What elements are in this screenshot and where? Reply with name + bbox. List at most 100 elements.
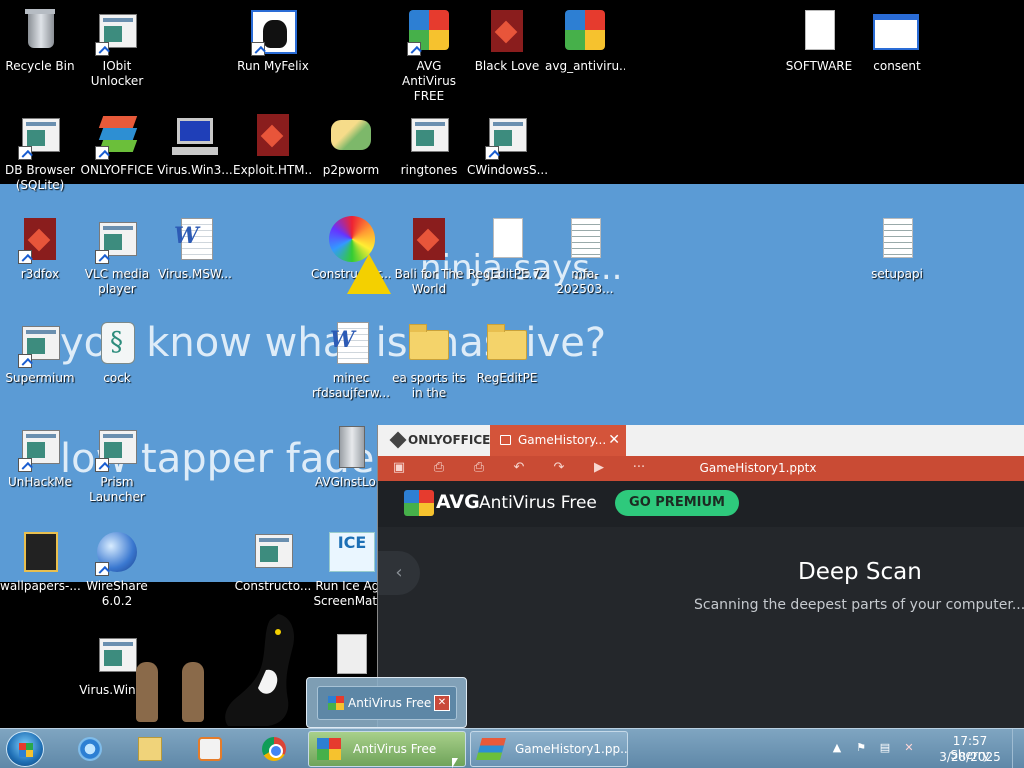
desktop-icon-wireshare[interactable]: WireShare 6.0.2 — [77, 528, 157, 609]
desktop-icon-consent[interactable]: consent — [857, 8, 937, 74]
desktop-icon-minec[interactable]: minec rfdsaujferw... — [311, 320, 391, 401]
text-file-icon — [873, 216, 921, 264]
desktop-icon-onlyoffice[interactable]: ONLYOFFICE — [77, 112, 157, 178]
start-button[interactable] — [6, 731, 44, 767]
redo-icon[interactable]: ↷ — [550, 460, 568, 476]
desktop-icon-label: avg_antiviru... — [545, 59, 625, 73]
app-icon — [93, 216, 141, 264]
save-icon[interactable]: ▣ — [390, 460, 408, 476]
quick-print-icon[interactable]: ⎙ — [470, 460, 488, 476]
desktop-icon-label: p2pworm — [322, 163, 380, 177]
pinned-chrome[interactable] — [248, 732, 300, 766]
computer-icon — [171, 112, 219, 160]
desktop-icon-label: Recycle Bin — [5, 59, 75, 73]
desktop-icon-label: RegEditPE — [476, 371, 538, 385]
tab-close-button[interactable]: ✕ — [608, 425, 620, 456]
desktop-icon-ringtones[interactable]: ringtones — [389, 112, 469, 178]
app-icon — [93, 8, 141, 56]
onlyoffice-home-tab[interactable]: ONLYOFFICE — [378, 425, 490, 456]
back-arrow-icon[interactable]: ‹ — [378, 551, 420, 595]
desktop-icon-avg-antivirus-installer[interactable]: avg_antiviru... — [545, 8, 625, 74]
ice-icon — [327, 528, 375, 576]
taskbar-thumbnail-popup[interactable]: AntiVirus Free ✕ — [306, 677, 467, 728]
desktop-icon-label: Virus.MSW... — [158, 267, 232, 281]
desktop-icon-label: consent — [873, 59, 921, 73]
desktop-icon-label: CWindowsS... — [467, 163, 547, 177]
thumbnail-close-button[interactable]: ✕ — [434, 695, 450, 711]
onlyoffice-icon — [93, 112, 141, 160]
action-center-flag-icon[interactable]: ⚑ — [854, 741, 868, 755]
desktop-icon-r3dfox[interactable]: r3dfox — [0, 216, 80, 282]
avg-header: AVG AntiVirus Free GO PREMIUM — [378, 481, 1024, 527]
cat-icon — [249, 8, 297, 56]
avg-icon — [405, 8, 453, 56]
desktop-icon-cwindows[interactable]: CWindowsS... — [467, 112, 547, 178]
desktop-icon-iobit-unlocker[interactable]: IObit Unlocker — [77, 8, 157, 89]
desktop-icon-cock[interactable]: cock — [77, 320, 157, 386]
onlyoffice-window: ONLYOFFICE GameHistory... ✕ ▣ ⎙ ⎙ ↶ ↷ ▶ … — [377, 425, 1024, 728]
swirl-icon — [327, 216, 391, 294]
desktop-icon-constructor[interactable]: Constructor... — [311, 216, 391, 294]
desktop-icon-wallpapers[interactable]: wallpapers-... — [0, 528, 80, 594]
desktop-icon-label: Bali for The World — [394, 267, 464, 296]
network-icon[interactable]: ▤ — [878, 741, 892, 755]
desktop-icon-recycle-bin[interactable]: Recycle Bin — [0, 8, 80, 74]
red-file-icon — [16, 216, 64, 264]
server-icon — [327, 424, 375, 472]
dark-folder-icon — [16, 528, 64, 576]
document-title: GameHistory1.pptx — [699, 461, 817, 475]
show-hidden-icons-button[interactable]: ▲ — [830, 741, 844, 755]
taskbar: AntiVirus Free GameHistory1.pp... ▲ ⚑ ▤ … — [0, 728, 1024, 768]
desktop-icon-setupapi[interactable]: setupapi — [857, 216, 937, 282]
volume-muted-icon[interactable]: ✕ — [902, 741, 916, 755]
desktop-icon-exploit-htm[interactable]: Exploit.HTM... — [233, 112, 313, 178]
clock-date[interactable]: 3/28/2025 — [934, 750, 1006, 764]
desktop-icon-unhackme[interactable]: UnHackMe — [0, 424, 80, 490]
desktop-icon-prism-launcher[interactable]: Prism Launcher — [77, 424, 157, 505]
taskbar-window-gamehistory[interactable]: GameHistory1.pp... — [470, 731, 628, 767]
desktop-icon-avg-antivirus[interactable]: AVG AntiVirus FREE — [389, 8, 469, 104]
onlyoffice-toolbar: ▣ ⎙ ⎙ ↶ ↷ ▶ ··· GameHistory1.pptx — [378, 456, 1024, 481]
meerkat-image — [136, 662, 158, 722]
pinned-file-explorer[interactable] — [124, 732, 176, 766]
desktop-icon-run-myfelix[interactable]: Run MyFelix — [233, 8, 313, 74]
desktop-icon-ea-sports[interactable]: ea sports its in the — [389, 320, 469, 401]
desktop-icon-p2pworm[interactable]: p2pworm — [311, 112, 391, 178]
word-doc-icon — [327, 320, 375, 368]
avg-icon — [317, 738, 341, 760]
red-file-icon — [405, 216, 453, 264]
handshake-icon — [327, 112, 375, 160]
desktop-icon-software[interactable]: SOFTWARE — [779, 8, 859, 74]
desktop-icon-regeditpe[interactable]: RegEditPE — [467, 320, 547, 386]
app-icon — [93, 424, 141, 472]
desktop-icon-label: DB Browser (SQLite) — [5, 163, 75, 192]
thumbnail-preview[interactable]: AntiVirus Free ✕ — [317, 686, 457, 720]
desktop-icon-mfa[interactable]: mfa-202503... — [545, 216, 625, 297]
undo-icon[interactable]: ↶ — [510, 460, 528, 476]
desktop-icon-virus-win3[interactable]: Virus.Win3... — [155, 112, 235, 178]
desktop-icon-constructo[interactable]: Constructo... — [233, 528, 313, 594]
word-doc-icon — [171, 216, 219, 264]
desktop-icon-db-browser[interactable]: DB Browser (SQLite) — [0, 112, 80, 193]
taskbar-window-antivirus[interactable]: AntiVirus Free — [308, 731, 466, 767]
desktop-icon-bali[interactable]: Bali for The World — [389, 216, 469, 297]
desktop-icon-black-love[interactable]: Black Love — [467, 8, 547, 74]
file-icon — [795, 8, 843, 56]
desktop-icon-virus-msw[interactable]: Virus.MSW... — [155, 216, 235, 282]
print-icon[interactable]: ⎙ — [430, 460, 448, 476]
chrome-icon — [262, 737, 286, 761]
pinned-internet-explorer[interactable] — [64, 732, 116, 766]
desktop-icon-regeditpe-7z[interactable]: RegEditPE.7z — [467, 216, 547, 282]
desktop-icon-label: Supermium — [5, 371, 75, 385]
window-icon — [249, 528, 297, 576]
tab-gamehistory[interactable]: GameHistory... ✕ — [490, 425, 626, 456]
show-desktop-button[interactable] — [1012, 729, 1024, 768]
desktop-icon-label: wallpapers-... — [0, 579, 80, 593]
desktop-icon-label: r3dfox — [20, 267, 60, 281]
desktop-icon-supermium[interactable]: Supermium — [0, 320, 80, 386]
avg-product-name: AntiVirus Free — [479, 493, 597, 513]
desktop-icon-label: VLC media player — [84, 267, 150, 296]
desktop-icon-vlc[interactable]: VLC media player — [77, 216, 157, 297]
go-premium-button[interactable]: GO PREMIUM — [615, 490, 739, 516]
pinned-media-player[interactable] — [184, 732, 236, 766]
